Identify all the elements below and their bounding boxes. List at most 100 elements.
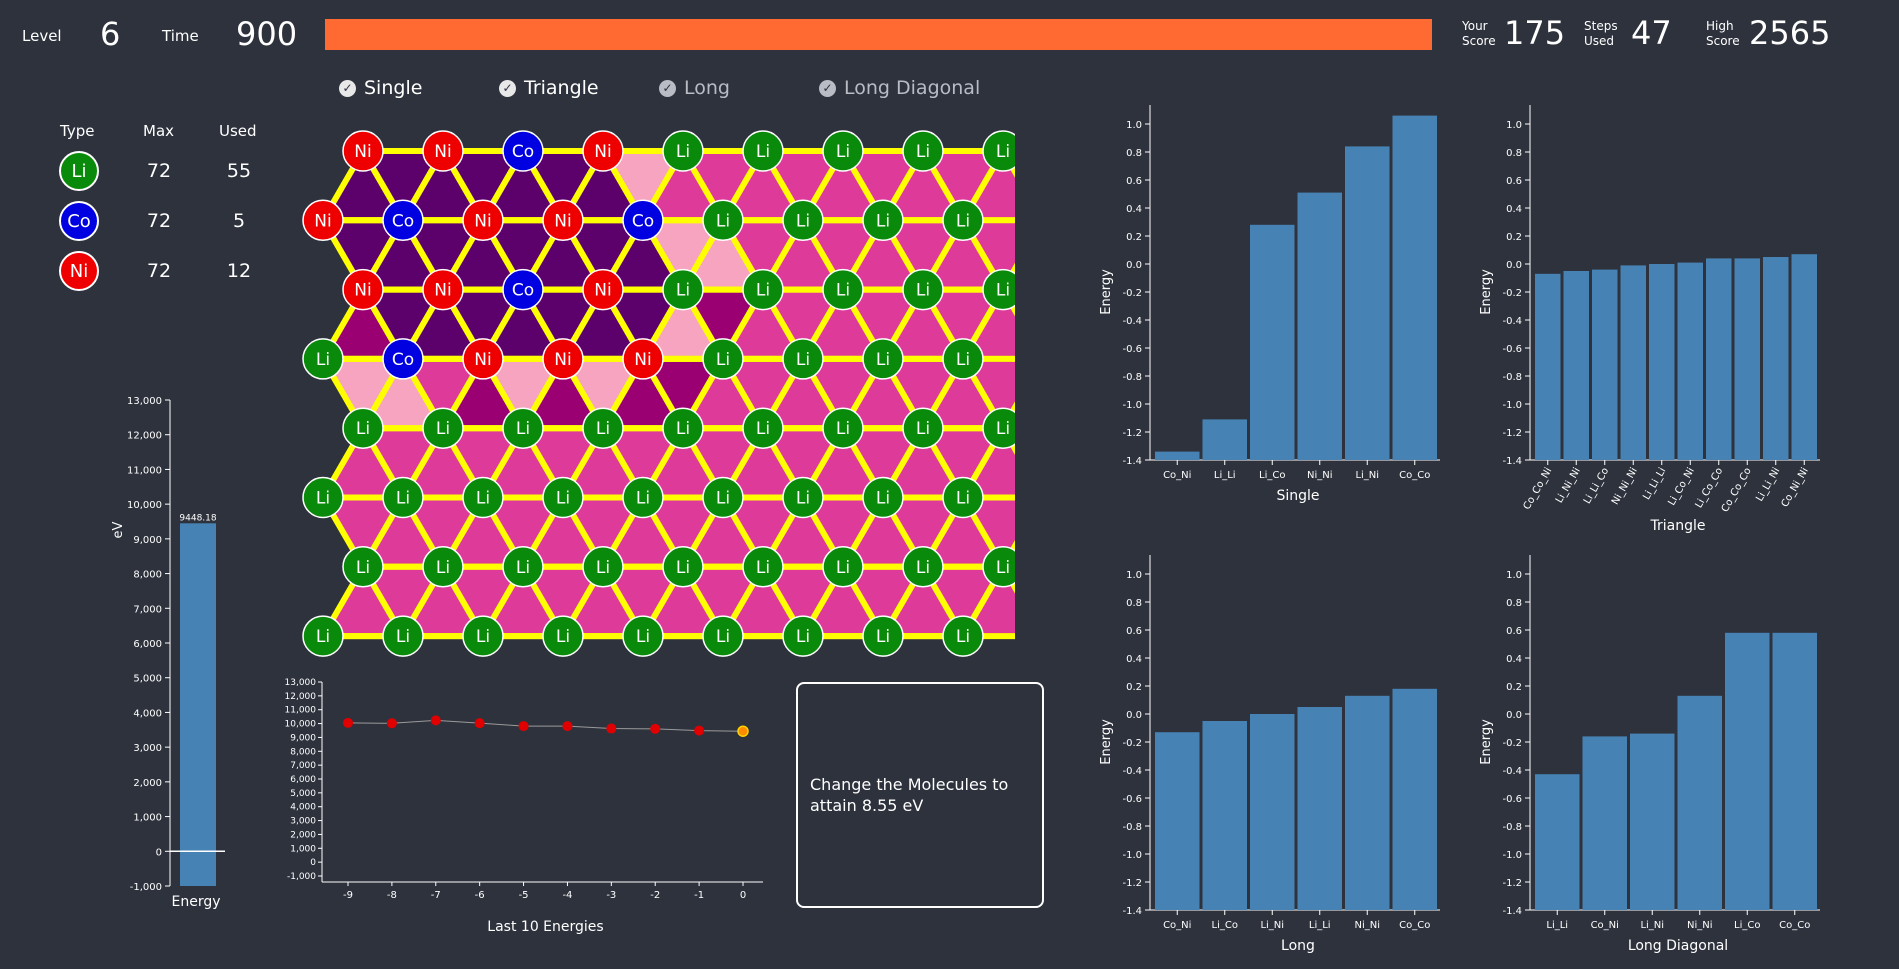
atom-node[interactable]: Li bbox=[742, 546, 784, 588]
atom-node[interactable]: Ni bbox=[462, 338, 504, 380]
atom-node[interactable]: Li bbox=[902, 546, 944, 588]
toggle-triangle[interactable]: ✓ Triangle bbox=[499, 77, 599, 99]
toggle-single[interactable]: ✓ Single bbox=[339, 77, 422, 99]
atom-node[interactable]: Li bbox=[542, 476, 584, 519]
atom-node[interactable]: Li bbox=[662, 130, 704, 172]
x-tick-label: -6 bbox=[475, 890, 485, 901]
steps-label: Steps Used bbox=[1584, 19, 1618, 48]
toggle-long[interactable]: ✓ Long bbox=[659, 77, 730, 99]
atom-node[interactable]: Li bbox=[422, 546, 464, 588]
atom-node[interactable]: Li bbox=[742, 407, 784, 449]
atom-node[interactable]: Li bbox=[902, 130, 944, 172]
atom-node[interactable]: Li bbox=[902, 268, 944, 311]
atom-node[interactable]: Li bbox=[382, 615, 424, 657]
atom-node[interactable]: Ni bbox=[302, 199, 344, 242]
atom-node[interactable]: Li bbox=[982, 268, 1015, 311]
y-tick-label: 13,000 bbox=[127, 396, 162, 407]
atom-node[interactable]: Li bbox=[302, 476, 344, 519]
atom-node[interactable]: Li bbox=[782, 476, 824, 519]
x-tick-label: Co_Co bbox=[1779, 920, 1810, 931]
energy-bar-chart: 13,000 12,000 11,000 10,000 9,000 8,000 7,000 6… bbox=[111, 396, 225, 910]
atom-node[interactable]: Li bbox=[822, 130, 864, 172]
atom-node[interactable]: Li bbox=[822, 268, 864, 311]
atom-node[interactable]: Ni bbox=[542, 199, 584, 242]
atom-node[interactable]: Li bbox=[982, 546, 1015, 588]
atom-node[interactable]: Li bbox=[702, 338, 744, 380]
atom-node[interactable]: Li bbox=[862, 615, 904, 657]
atom-label: Li bbox=[436, 558, 450, 578]
y-tick-label: 0.8 bbox=[1506, 598, 1522, 609]
atom-node[interactable]: Li bbox=[942, 615, 984, 657]
atom-node[interactable]: Li bbox=[702, 199, 744, 242]
atom-node[interactable]: Li bbox=[462, 476, 504, 519]
atom-node[interactable]: Ni bbox=[422, 130, 464, 172]
high-score-value: 2565 bbox=[1749, 14, 1831, 52]
atom-node[interactable]: Ni bbox=[582, 268, 624, 311]
atom-label: Co bbox=[392, 350, 414, 370]
atom-node[interactable]: Li bbox=[862, 199, 904, 242]
atom-label: Li bbox=[756, 558, 770, 578]
atom-node[interactable]: Ni bbox=[582, 130, 624, 172]
atom-node[interactable]: Ni bbox=[622, 338, 664, 380]
atom-node[interactable]: Li bbox=[662, 546, 704, 588]
atom-node[interactable]: Li bbox=[302, 338, 344, 380]
atom-node[interactable]: Co bbox=[502, 268, 544, 311]
atom-node[interactable]: Li bbox=[622, 476, 664, 519]
atom-node[interactable]: Li bbox=[342, 546, 384, 588]
atom-node[interactable]: Ni bbox=[422, 268, 464, 311]
atom-node[interactable]: Li bbox=[942, 476, 984, 519]
bar bbox=[1535, 273, 1561, 460]
atom-node[interactable]: Li bbox=[782, 615, 824, 657]
atom-node[interactable]: Li bbox=[462, 615, 504, 657]
atom-node[interactable]: Co bbox=[382, 338, 424, 380]
atom-node[interactable]: Co bbox=[502, 130, 544, 172]
atom-node[interactable]: Co bbox=[382, 199, 424, 242]
molecule-grid[interactable]: Ni Ni Co Ni Li Li Li Li Li Ni Co Ni Ni Co Li Li Li Li Ni Ni… bbox=[295, 120, 1015, 675]
atom-node[interactable]: Ni bbox=[542, 338, 584, 380]
atom-node[interactable]: Li bbox=[942, 199, 984, 242]
atom-node[interactable]: Co bbox=[622, 199, 664, 242]
atom-node[interactable]: Li bbox=[822, 546, 864, 588]
atom-node[interactable]: Li bbox=[982, 130, 1015, 172]
atom-label: Li bbox=[676, 281, 690, 301]
li-legend-icon: Li bbox=[59, 151, 99, 191]
atom-label: Li bbox=[596, 419, 610, 439]
toggle-long-diagonal[interactable]: ✓ Long Diagonal bbox=[819, 77, 980, 99]
atom-node[interactable]: Li bbox=[342, 407, 384, 449]
atom-node[interactable]: Li bbox=[982, 407, 1015, 449]
ni-legend-icon: Ni bbox=[59, 251, 99, 291]
atom-node[interactable]: Li bbox=[422, 407, 464, 449]
atom-node[interactable]: Li bbox=[382, 476, 424, 519]
atom-node[interactable]: Li bbox=[702, 615, 744, 657]
atom-label: Li bbox=[516, 419, 530, 439]
atom-node[interactable]: Li bbox=[502, 546, 544, 588]
x-tick-label: Co_Ni bbox=[1163, 470, 1191, 481]
atom-node[interactable]: Li bbox=[582, 407, 624, 449]
atom-node[interactable]: Li bbox=[822, 407, 864, 449]
atom-node[interactable]: Li bbox=[542, 615, 584, 657]
atom-node[interactable]: Li bbox=[662, 268, 704, 311]
atom-node[interactable]: Li bbox=[862, 338, 904, 380]
atom-node[interactable]: Ni bbox=[342, 130, 384, 172]
atom-node[interactable]: Li bbox=[662, 407, 704, 449]
atom-node[interactable]: Li bbox=[582, 546, 624, 588]
atom-node[interactable]: Li bbox=[902, 407, 944, 449]
atom-node[interactable]: Ni bbox=[462, 199, 504, 242]
atom-node[interactable]: Ni bbox=[342, 268, 384, 311]
atom-node[interactable]: Li bbox=[742, 130, 784, 172]
x-tick-label: Ni_Ni bbox=[1687, 920, 1713, 931]
atom-node[interactable]: Li bbox=[702, 476, 744, 519]
atom-node[interactable]: Li bbox=[742, 268, 784, 311]
atom-node[interactable]: Li bbox=[302, 615, 344, 657]
energy-history-line bbox=[347, 719, 744, 732]
atom-node[interactable]: Li bbox=[782, 199, 824, 242]
atom-node[interactable]: Li bbox=[942, 338, 984, 380]
atom-label: Li bbox=[356, 419, 370, 439]
co-max: 72 bbox=[146, 210, 172, 232]
y-tick-label: 10,000 bbox=[285, 720, 317, 730]
atom-node[interactable]: Li bbox=[782, 338, 824, 380]
line-chart-x-label: Last 10 Energies bbox=[487, 919, 603, 935]
atom-node[interactable]: Li bbox=[622, 615, 664, 657]
atom-node[interactable]: Li bbox=[502, 407, 544, 449]
atom-node[interactable]: Li bbox=[862, 476, 904, 519]
